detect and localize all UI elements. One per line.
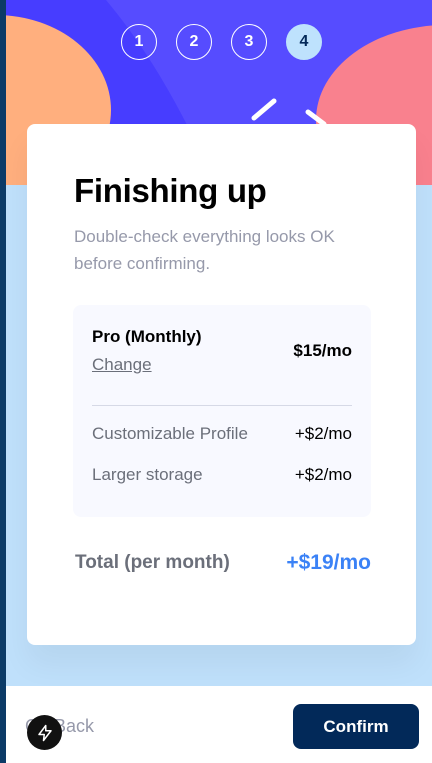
page-subtitle: Double-check everything looks OK before … (74, 227, 335, 273)
change-plan-link[interactable]: Change (92, 355, 152, 375)
app-window: 1 2 3 4 Finishing up Double-check everyt… (6, 0, 432, 763)
page-title: Finishing up (74, 172, 267, 209)
step-2[interactable]: 2 (176, 24, 212, 60)
total-value: +$19/mo (286, 551, 371, 574)
addon-price: +$2/mo (294, 464, 352, 484)
addon-price: +$2/mo (294, 423, 352, 443)
total-label: Total (per month) (75, 552, 230, 573)
step-indicator: 1 2 3 4 (121, 24, 322, 60)
order-summary: Pro (Monthly) Change $15/mo Customizable… (73, 305, 371, 517)
confirm-button[interactable]: Confirm (293, 704, 419, 749)
addon-row: Customizable Profile +$2/mo (92, 420, 352, 447)
lightning-bolt-icon[interactable] (27, 715, 62, 750)
footer-bar: Go Back Confirm (6, 686, 432, 763)
step-1[interactable]: 1 (121, 24, 157, 60)
addon-row: Larger storage +$2/mo (92, 461, 352, 488)
total-row: Total (per month) +$19/mo (74, 551, 371, 575)
step-3[interactable]: 3 (231, 24, 267, 60)
addon-name: Customizable Profile (92, 423, 248, 443)
lightning-bolt-glyph (37, 724, 52, 741)
summary-divider (92, 405, 352, 406)
plan-row: Pro (Monthly) Change $15/mo (92, 327, 352, 375)
plan-name: Pro (Monthly) (92, 327, 202, 346)
plan-info: Pro (Monthly) Change (92, 327, 202, 375)
summary-card: Finishing up Double-check everything loo… (27, 124, 416, 645)
plan-price: $15/mo (293, 341, 352, 360)
addon-name: Larger storage (92, 464, 203, 484)
step-4[interactable]: 4 (286, 24, 322, 60)
